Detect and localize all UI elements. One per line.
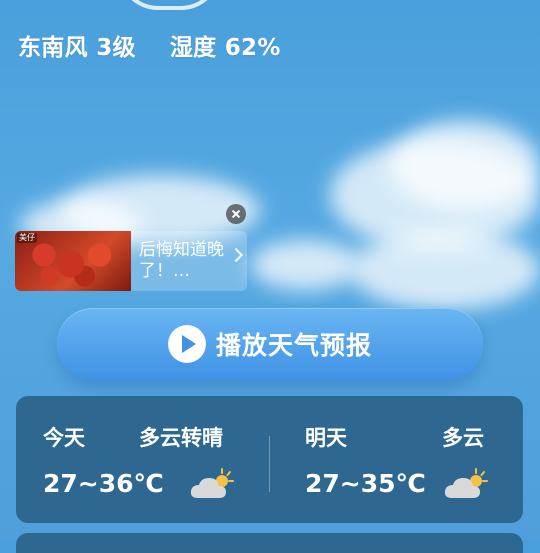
partly-cloudy-icon — [190, 468, 234, 498]
forecast-day-label: 明天 — [305, 426, 347, 450]
forecast-temp: 27~36℃ — [43, 469, 164, 498]
forecast-tomorrow[interactable]: 明天 多云 27~35℃ — [270, 396, 523, 523]
ad-text: 后悔知道晚了！… — [139, 240, 224, 281]
forecast-card[interactable]: 今天 多云转晴 27~36℃ 明天 多云 27~35℃ — [16, 396, 523, 523]
cloud — [350, 230, 540, 310]
ad-image: 美仔 — [15, 231, 131, 291]
forecast-today[interactable]: 今天 多云转晴 27~36℃ — [16, 396, 269, 523]
cloud — [250, 240, 360, 290]
next-card-partial — [16, 533, 523, 553]
play-forecast-label: 播放天气预报 — [215, 331, 372, 360]
wind-info: 东南风 3级 — [18, 35, 136, 61]
chevron-right-icon — [228, 247, 244, 263]
forecast-condition: 多云 — [442, 426, 484, 450]
weather-meta: 东南风 3级 湿度 62% — [18, 28, 281, 62]
ad-badge: 美仔 — [17, 233, 37, 243]
cloud — [390, 120, 540, 210]
forecast-temp: 27~35℃ — [305, 469, 426, 498]
partly-cloudy-icon — [444, 468, 488, 498]
ad-card[interactable]: 美仔 后悔知道晚了！… — [15, 231, 247, 291]
forecast-day-label: 今天 — [43, 426, 85, 450]
humidity-info: 湿度 62% — [169, 35, 281, 61]
play-forecast-button[interactable]: 播放天气预报 — [57, 308, 483, 380]
play-icon — [167, 325, 206, 363]
ad-close-icon[interactable] — [226, 204, 246, 224]
forecast-condition: 多云转晴 — [139, 426, 223, 450]
